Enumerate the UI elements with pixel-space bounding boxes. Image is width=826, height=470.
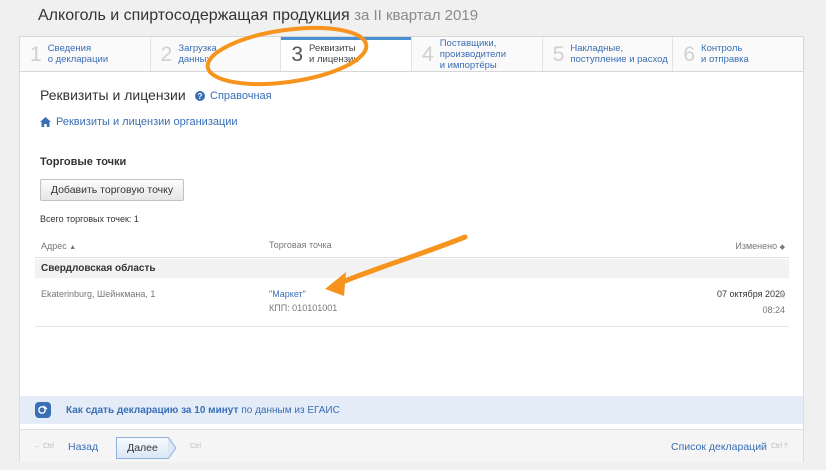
column-store: Торговая точка: [269, 240, 332, 250]
step-1[interactable]: 1 Сведения о декларации: [20, 37, 151, 71]
main-panel: Реквизиты и лицензии ? Справочная Реквиз…: [19, 72, 804, 462]
step-number: 3: [291, 42, 304, 66]
org-requisites-link[interactable]: Реквизиты и лицензии организации: [40, 116, 238, 128]
column-address[interactable]: Адрес ▲: [41, 241, 76, 251]
wizard-footer: ← Ctrl Назад Далее Ctrl Список деклараци…: [20, 429, 803, 462]
wizard-steps: 1 Сведения о декларации 2 Загрузка данны…: [19, 36, 804, 72]
shop-address: Ekaterinburg, Шейнкмана, 1: [41, 289, 156, 299]
column-changed-label: Изменено: [735, 241, 778, 251]
question-icon: ?: [195, 91, 205, 101]
section-title: Реквизиты и лицензии: [40, 87, 186, 103]
help-link[interactable]: ? Справочная: [195, 90, 272, 102]
column-address-label: Адрес: [41, 241, 67, 251]
step-5[interactable]: 5 Накладные, поступление и расход: [543, 37, 674, 71]
step-number: 5: [552, 42, 565, 66]
shop-changed: 07 октября 2020 08:24: [717, 289, 785, 315]
shop-cell: "Маркет" КПП: 010101001: [269, 289, 337, 313]
shop-changed-date: 07 октября 2020: [716, 289, 785, 299]
shop-kpp: КПП: 010101001: [269, 303, 338, 313]
column-changed[interactable]: Изменено ◆: [735, 241, 785, 251]
back-button[interactable]: Назад: [68, 441, 98, 453]
org-requisites-label: Реквизиты и лицензии организации: [56, 116, 238, 128]
declarations-list-link[interactable]: Список деклараций: [671, 441, 767, 453]
table-row: Ekaterinburg, Шейнкмана, 1 "Маркет" КПП:…: [35, 279, 789, 327]
step-3[interactable]: 3 Реквизиты и лицензии: [281, 37, 413, 71]
region-group-row: Свердловская область: [35, 259, 789, 278]
step-number: 4: [422, 42, 434, 66]
home-icon: [40, 117, 51, 127]
step-number: 2: [160, 42, 173, 66]
step-label: Сведения о декларации: [47, 43, 109, 65]
delete-icon[interactable]: ✕: [777, 289, 786, 302]
step-label: Реквизиты и лицензии: [309, 43, 359, 65]
next-arrow-icon[interactable]: [168, 437, 176, 459]
next-button[interactable]: Далее: [116, 437, 168, 459]
step-label: Накладные, поступление и расход: [570, 43, 668, 65]
page-title-period: за II квартал 2019: [354, 7, 479, 24]
info-badge-icon: [35, 402, 51, 418]
shop-name-link[interactable]: "Маркет": [269, 289, 337, 299]
page-title: Алкоголь и спиртосодержащая продукция за…: [38, 7, 478, 25]
step-6[interactable]: 6 Контроль и отправка: [673, 37, 803, 71]
step-2[interactable]: 2 Загрузка данных: [151, 37, 282, 71]
info-banner[interactable]: Как сдать декларацию за 10 минут по данн…: [20, 396, 803, 424]
info-banner-bold: Как сдать декларацию за 10 минут: [66, 404, 239, 416]
step-number: 1: [30, 42, 42, 66]
page-title-text: Алкоголь и спиртосодержащая продукция: [38, 7, 350, 24]
list-shortcut-hint: Ctrl ?: [771, 443, 788, 450]
step-label: Поставщики, производители и импортёры: [439, 37, 507, 71]
add-shop-button[interactable]: Добавить торговую точку: [40, 179, 184, 201]
table-header: Адрес ▲ Торговая точка Изменено ◆: [35, 232, 789, 258]
sort-both-icon: ◆: [779, 244, 785, 251]
step-label: Контроль и отправка: [701, 43, 749, 65]
help-link-label: Справочная: [210, 90, 272, 102]
back-shortcut-hint: ← Ctrl: [34, 443, 54, 450]
info-banner-rest: по данным из ЕГАИС: [241, 404, 340, 416]
step-number: 6: [683, 42, 696, 66]
shops-total: Всего торговых точек: 1: [40, 214, 139, 224]
step-label: Загрузка данных: [178, 43, 217, 65]
next-shortcut-hint: Ctrl: [190, 443, 201, 450]
sort-asc-icon: ▲: [69, 244, 77, 251]
step-4[interactable]: 4 Поставщики, производители и импортёры: [412, 37, 543, 71]
shop-changed-time: 08:24: [762, 305, 785, 315]
shops-heading: Торговые точки: [40, 156, 127, 168]
